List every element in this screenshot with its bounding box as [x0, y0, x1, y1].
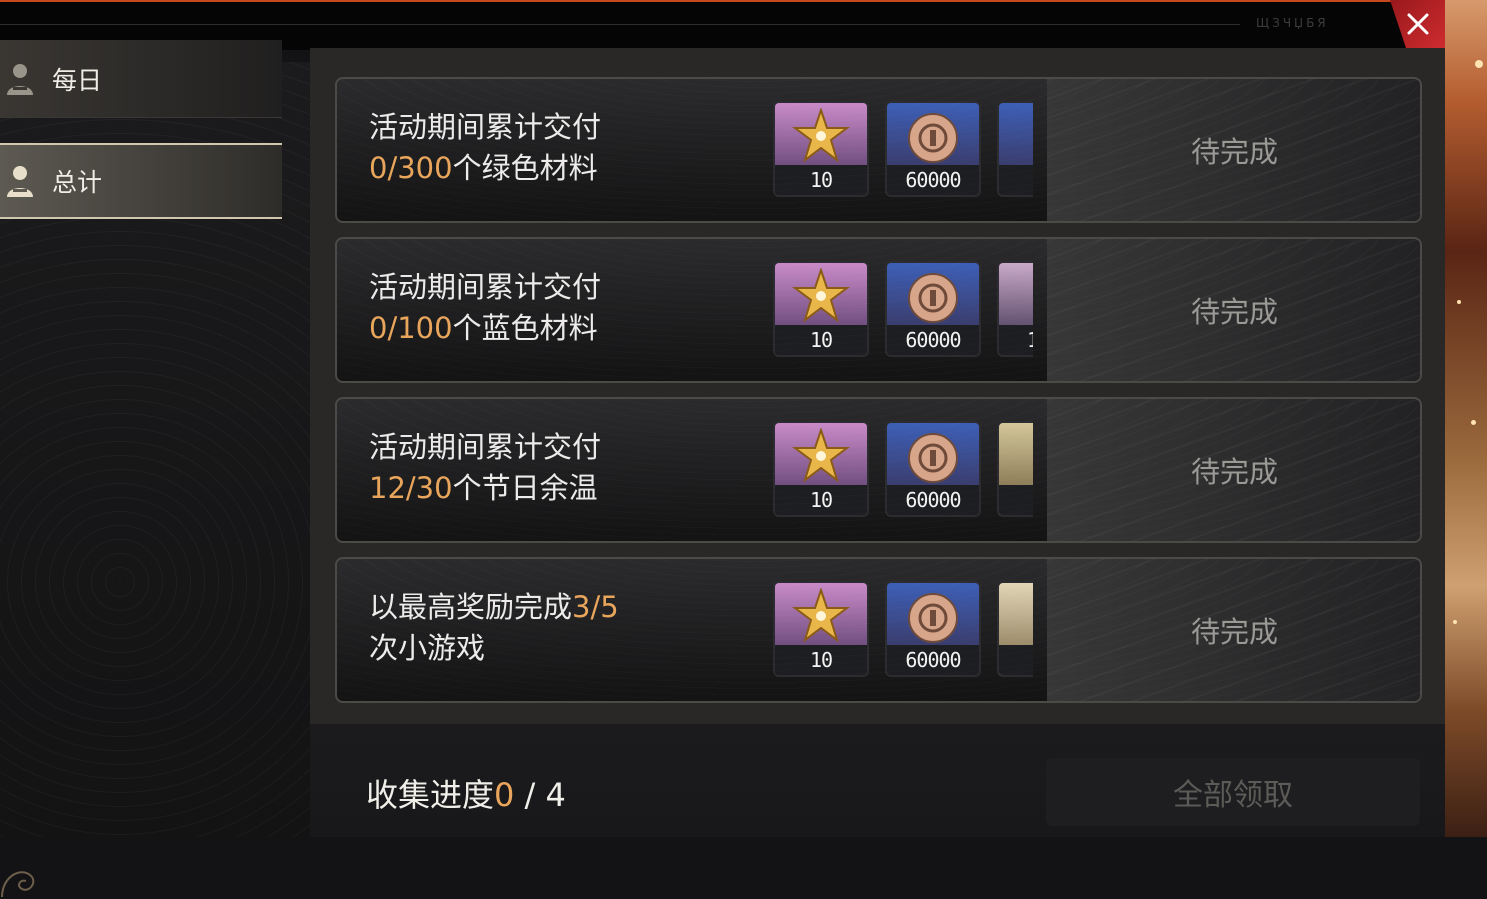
reward-item[interactable] [997, 421, 1033, 517]
person-icon [0, 161, 40, 201]
item-icon [999, 423, 1033, 489]
sidebar-item-label: 每日 [52, 65, 103, 95]
reward-qty: 60000 [887, 325, 979, 355]
claim-all-button[interactable]: 全部领取 [1046, 758, 1420, 826]
task-title: 活动期间累计交付 12/30个节日余温 [369, 427, 601, 509]
reward-list: 10 60000 [773, 421, 1033, 519]
reward-item[interactable]: 60000 [885, 101, 981, 197]
coin-icon [887, 423, 979, 489]
task-progress: 3/5 [572, 590, 619, 624]
collect-progress-label: 收集进度 [366, 776, 495, 814]
reward-item[interactable]: 1 [997, 261, 1033, 357]
task-status-button[interactable]: 待完成 [1047, 239, 1420, 381]
task-progress: 12/30 [369, 471, 453, 505]
collect-progress-total: / 4 [514, 776, 566, 814]
reward-qty [999, 645, 1033, 675]
sidebar-item-total[interactable]: 总计 [0, 143, 282, 219]
reward-item[interactable]: 60000 [885, 581, 981, 677]
reward-qty: 10 [775, 485, 867, 515]
coin-icon [999, 103, 1033, 169]
collect-progress: 收集进度0 / 4 [366, 770, 566, 816]
item-icon [999, 583, 1033, 649]
reward-list: 10 60000 1 [773, 261, 1033, 359]
task-title-line1: 活动期间累计交付 [369, 110, 602, 144]
gold-star-medal-icon [775, 423, 867, 489]
reward-item[interactable]: 60000 [885, 261, 981, 357]
task-title-line1: 活动期间累计交付 [369, 270, 602, 304]
task-status-button[interactable]: 待完成 [1047, 79, 1420, 221]
task-status-button[interactable]: 待完成 [1047, 559, 1420, 701]
task-card: 活动期间累计交付 12/30个节日余温 10 60000 待完成 [335, 397, 1422, 543]
reward-qty: 60000 [887, 485, 979, 515]
coin-icon [887, 263, 979, 329]
task-title: 活动期间累计交付 0/100个蓝色材料 [369, 267, 601, 349]
task-title-line2: 个蓝色材料 [452, 311, 598, 345]
item-icon [999, 263, 1033, 329]
reward-item[interactable]: 10 [773, 101, 869, 197]
header-deco-text: ЩЗЧЏБЯ [1256, 16, 1329, 30]
reward-qty: 60000 [887, 645, 979, 675]
task-card: 活动期间累计交付 0/300个绿色材料 10 60000 待完成 [335, 77, 1422, 223]
top-bar-divider [0, 24, 1240, 25]
reward-item[interactable] [997, 581, 1033, 677]
reward-qty [999, 165, 1033, 195]
reward-item[interactable]: 10 [773, 581, 869, 677]
corner-ornament-icon [1, 871, 35, 898]
reward-item[interactable]: 60000 [885, 421, 981, 517]
task-title: 以最高奖励完成3/5 次小游戏 [369, 587, 619, 669]
reward-qty: 60000 [887, 165, 979, 195]
reward-item[interactable]: 10 [773, 421, 869, 517]
collect-progress-current: 0 [494, 776, 515, 814]
reward-qty: 1 [999, 325, 1033, 355]
reward-qty: 10 [775, 165, 867, 195]
task-card: 活动期间累计交付 0/100个蓝色材料 10 60000 1 待完成 [335, 237, 1422, 383]
reward-item[interactable]: 10 [773, 261, 869, 357]
task-title-line1: 活动期间累计交付 [369, 430, 602, 464]
gold-star-medal-icon [775, 263, 867, 329]
reward-qty [999, 485, 1033, 515]
task-progress: 0/100 [369, 311, 453, 345]
gold-star-medal-icon [775, 103, 867, 169]
reward-qty: 10 [775, 325, 867, 355]
sidebar-item-label: 总计 [52, 168, 103, 197]
coin-icon [887, 583, 979, 649]
sidebar-item-daily[interactable]: 每日 [0, 40, 282, 118]
task-title-line1: 以最高奖励完成 [369, 590, 573, 624]
task-status-button[interactable]: 待完成 [1047, 399, 1420, 541]
reward-qty: 10 [775, 645, 867, 675]
coin-icon [887, 103, 979, 169]
task-card: 以最高奖励完成3/5 次小游戏 10 60000 待完成 [335, 557, 1422, 703]
task-title: 活动期间累计交付 0/300个绿色材料 [369, 107, 601, 189]
reward-item[interactable] [997, 101, 1033, 197]
gold-star-medal-icon [775, 583, 867, 649]
person-icon [0, 59, 40, 99]
reward-list: 10 60000 [773, 101, 1033, 199]
background-art [1445, 0, 1487, 837]
task-title-line2: 个节日余温 [452, 471, 598, 505]
task-title-line2: 次小游戏 [369, 631, 486, 665]
reward-list: 10 60000 [773, 581, 1033, 679]
task-title-line2: 个绿色材料 [452, 151, 598, 185]
close-icon [1407, 13, 1429, 35]
task-progress: 0/300 [369, 151, 453, 185]
